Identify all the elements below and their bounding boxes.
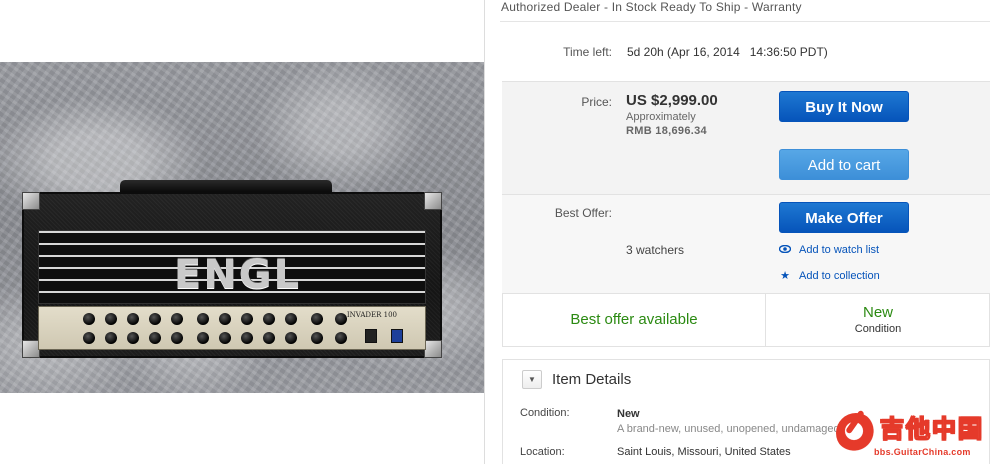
time-left-label: Time left: [563, 45, 612, 59]
knob [171, 332, 183, 344]
knob [285, 313, 297, 325]
knob [127, 313, 139, 325]
rmb-price: RMB 18,696.34 [626, 125, 707, 137]
knob [311, 313, 323, 325]
amp-corner [424, 192, 442, 210]
power-switch [391, 329, 403, 343]
knob [83, 313, 95, 325]
guitar-logo-icon [836, 413, 876, 453]
best-offer-available: Best offer available [570, 311, 698, 328]
eye-icon [778, 244, 792, 256]
add-to-watch-list-label[interactable]: Add to watch list [799, 244, 879, 256]
condition-label: Condition: [520, 407, 570, 419]
approximately-label: Approximately [626, 111, 696, 123]
amp-corner [424, 340, 442, 358]
brand-logo: ENGL [174, 252, 302, 298]
item-details-title: Item Details [552, 371, 632, 388]
knob [171, 313, 183, 325]
watchers-count: 3 watchers [626, 243, 685, 257]
knob [127, 332, 139, 344]
star-icon: ★ [780, 270, 790, 282]
knob [149, 332, 161, 344]
column-divider [484, 0, 485, 464]
add-to-watch-list-link[interactable]: Add to watch list [778, 244, 879, 256]
knob [335, 313, 347, 325]
amp-control-panel: INVADER 100 [38, 306, 426, 350]
amp-body: ENGL INVADER 100 [22, 192, 442, 358]
add-to-cart-button[interactable]: Add to cart [779, 149, 909, 180]
knob [241, 332, 253, 344]
watermark-url: bbs.GuitarChina.com [874, 447, 971, 457]
condition-value: New [617, 408, 640, 420]
price-value: US $2,999.00 [626, 92, 718, 109]
knob [285, 332, 297, 344]
knob [335, 332, 347, 344]
knob [311, 332, 323, 344]
condition-description: A brand-new, unused, unopened, undamaged… [617, 423, 849, 435]
standby-switch [365, 329, 377, 343]
location-value: Saint Louis, Missouri, United States [617, 446, 791, 458]
knob [105, 332, 117, 344]
item-subtitle: Authorized Dealer - In Stock Ready To Sh… [501, 0, 802, 14]
knob [263, 313, 275, 325]
condition-caption: Condition [854, 323, 902, 335]
condition-new: New [862, 304, 893, 321]
knob [105, 313, 117, 325]
product-image[interactable]: ENGL INVADER 100 [0, 62, 484, 393]
knob [149, 313, 161, 325]
location-label: Location: [520, 446, 565, 458]
knob [83, 332, 95, 344]
collapse-triangle-icon[interactable]: ▼ [522, 370, 542, 389]
make-offer-button[interactable]: Make Offer [779, 202, 909, 233]
amplifier-head: ENGL INVADER 100 [22, 180, 442, 360]
add-to-collection-link[interactable]: ★ Add to collection [779, 269, 880, 283]
knob [197, 313, 209, 325]
price-label: Price: [581, 95, 612, 109]
time-left-value: 5d 20h (Apr 16, 2014 14:36:50 PDT) [627, 45, 828, 59]
buy-it-now-button[interactable]: Buy It Now [779, 91, 909, 122]
divider [500, 21, 990, 22]
knob [219, 313, 231, 325]
knob [197, 332, 209, 344]
best-offer-label: Best Offer: [554, 206, 612, 220]
knob [263, 332, 275, 344]
watermark-chinese: 吉他中国 [880, 414, 984, 444]
amp-model-label: INVADER 100 [346, 311, 397, 319]
watermark: 吉他中国 bbs.GuitarChina.com [836, 409, 990, 464]
amp-corner [22, 192, 40, 210]
add-to-collection-label[interactable]: Add to collection [799, 270, 880, 282]
knob [241, 313, 253, 325]
knob [219, 332, 231, 344]
